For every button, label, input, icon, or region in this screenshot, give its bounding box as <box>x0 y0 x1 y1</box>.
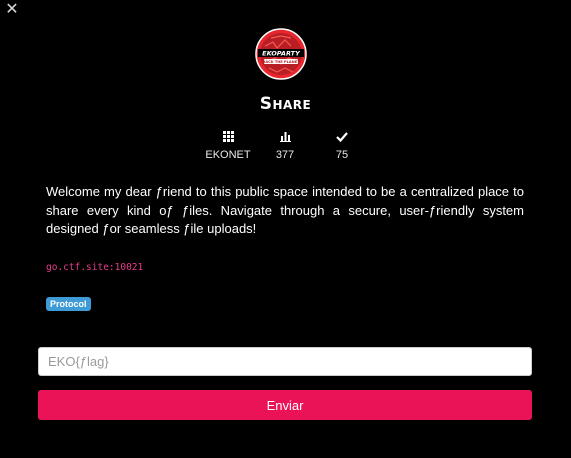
ekoparty-logo: EKOPARTY HACK THE PLANET <box>255 28 307 80</box>
close-icon[interactable]: ✕ <box>4 1 20 17</box>
grid-icon <box>198 131 258 147</box>
challenge-stats: EKONET 377 75 <box>0 131 571 165</box>
page-title: Share <box>259 94 312 114</box>
logo-text: EKOPARTY <box>262 50 301 58</box>
check-icon <box>312 131 372 147</box>
protocol-badge: Protocol <box>46 297 91 311</box>
stat-category: EKONET <box>198 131 258 161</box>
stat-category-value: EKONET <box>205 149 251 161</box>
flag-input[interactable] <box>38 347 532 376</box>
challenge-description: Welcome my dear ƒriend to this public sp… <box>46 184 524 237</box>
submit-button[interactable]: Enviar <box>38 390 532 420</box>
stat-points: 377 <box>255 131 315 161</box>
challenge-host: go.ctf.site:10021 <box>46 262 144 273</box>
bar-chart-icon <box>255 131 315 147</box>
logo-subtext: HACK THE PLANET <box>262 60 300 64</box>
stat-solves: 75 <box>312 131 372 161</box>
stat-solves-value: 75 <box>335 149 349 161</box>
stat-points-value: 377 <box>275 149 295 161</box>
